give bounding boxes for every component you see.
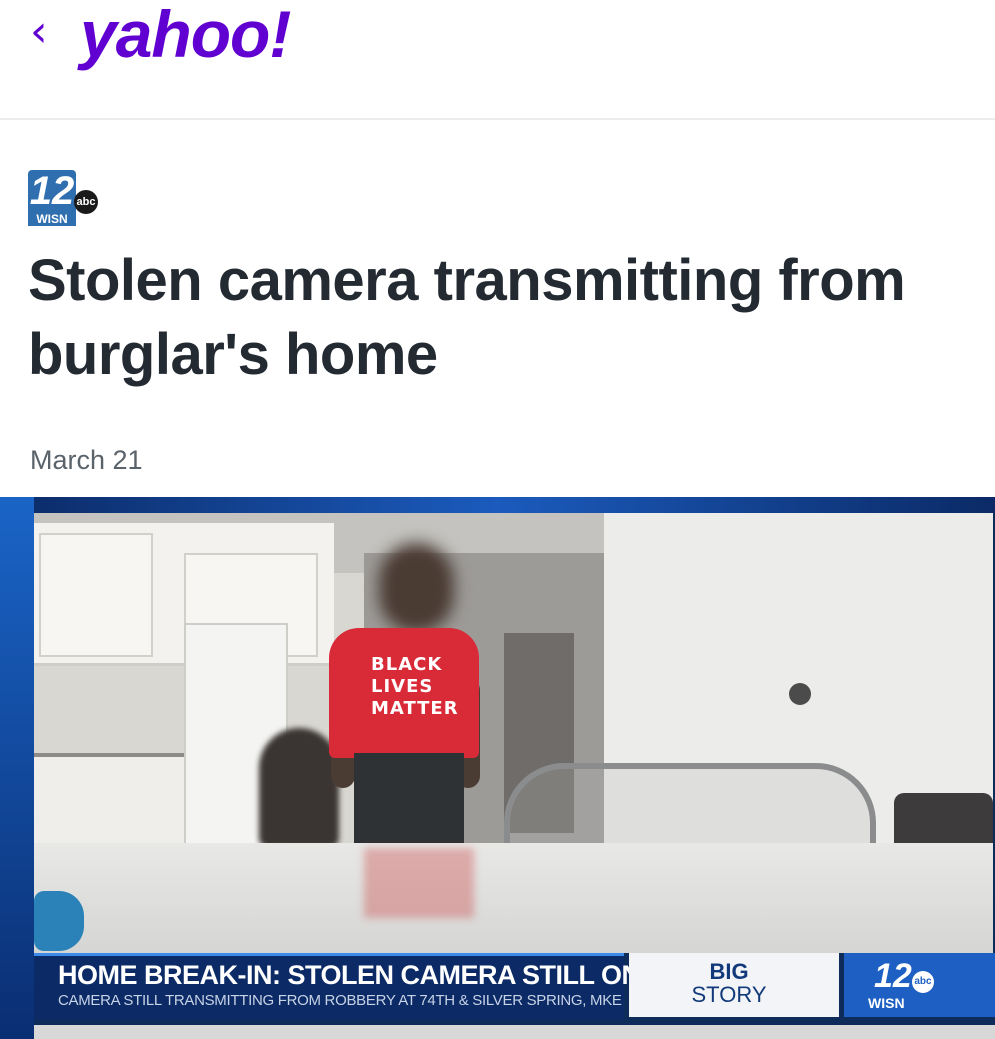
news-lower-third: HOME BREAK-IN: STOLEN CAMERA STILL ON CA… [34,953,995,1029]
lower-third-main: HOME BREAK-IN: STOLEN CAMERA STILL ON CA… [34,953,641,1020]
shirt-text: BLACK LIVES MATTER [371,654,459,719]
scene-counter [34,753,184,857]
scene-table-reflection [364,848,474,918]
top-bar: ‹ yahoo! [0,0,995,120]
video-left-band [0,497,34,1039]
video-bottom-strip [34,1025,995,1039]
source-logo: 12 abc WISN [28,170,100,228]
channel-bug: 12 abc WISN [844,953,995,1017]
video-player[interactable]: BLACK LIVES MATTER HOME BREAK-IN: STOLEN… [0,497,995,1039]
big-story-tag: BIG STORY [629,953,839,1017]
wall-clock-icon [789,683,811,705]
scene-glass-table [34,843,993,953]
scene-second-person [259,728,339,848]
scene-cabinet-left [39,533,153,657]
channel-station: WISN [868,995,905,1011]
video-frame: BLACK LIVES MATTER [34,513,993,953]
source-channel-number: 12 [28,169,76,213]
scene-red-shirt: BLACK LIVES MATTER [329,628,479,758]
source-station-name: WISN [28,212,76,226]
article-headline: Stolen camera transmitting from burglar'… [28,248,906,387]
scene-chair [504,763,876,849]
big-story-line2: STORY [691,982,767,1007]
yahoo-logo[interactable]: yahoo! [80,0,291,72]
channel-number: 12 [874,957,912,995]
channel-abc-icon: abc [912,971,934,993]
lower-third-subline: CAMERA STILL TRANSMITTING FROM ROBBERY A… [58,992,622,1009]
abc-network-icon: abc [74,190,98,214]
video-top-band [0,497,995,513]
scene-blue-object [34,891,84,951]
big-story-line1: BIG [709,959,749,984]
lower-third-headline: HOME BREAK-IN: STOLEN CAMERA STILL ON [58,960,641,990]
scene-blurred-head [379,543,454,633]
back-chevron-icon[interactable]: ‹ [30,10,48,54]
article-date: March 21 [30,445,143,475]
